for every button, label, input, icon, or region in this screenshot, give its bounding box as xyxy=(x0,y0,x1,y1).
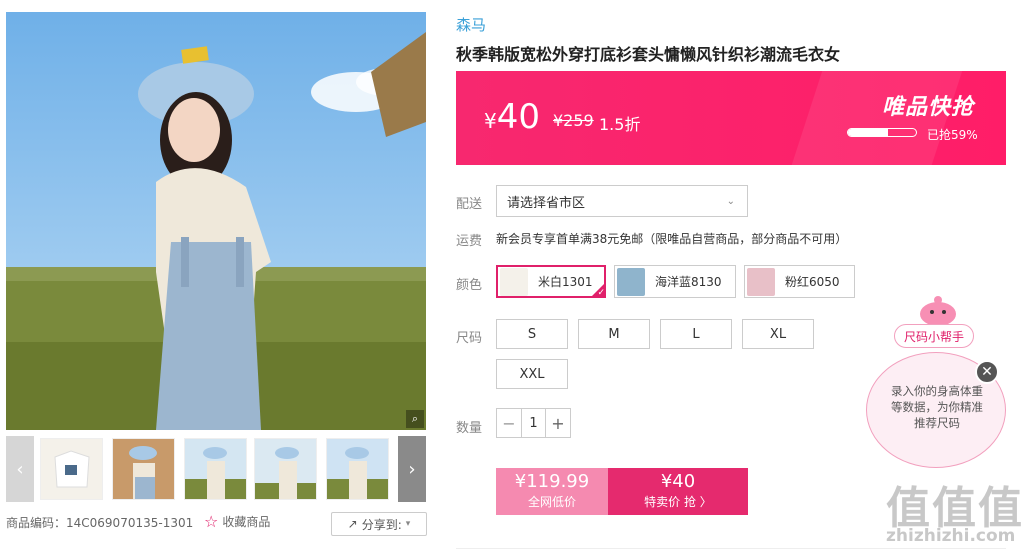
zoom-icon[interactable]: ⌕ xyxy=(406,410,424,428)
chevron-down-icon: ▾ xyxy=(405,519,411,529)
flash-sale-price-bar: ¥40 ¥259 1.5折 唯品快抢 已抢59% xyxy=(456,71,1006,165)
increase-button[interactable]: + xyxy=(546,409,570,437)
original-price: ¥259 xyxy=(553,111,594,130)
share-icon: ↗ xyxy=(347,517,358,531)
close-icon[interactable]: ✕ xyxy=(975,360,999,384)
sale-price-label: 特卖价 抢 〉 xyxy=(644,495,712,509)
flash-sale-label: 唯品快抢 xyxy=(881,95,974,120)
shipping-info: 新会员专享首单满38元免邮（限唯品自营商品，部分商品不可用） xyxy=(496,232,848,246)
color-option-pink[interactable]: 粉红6050 xyxy=(744,265,855,298)
star-icon: ☆ xyxy=(204,512,219,531)
quantity-input[interactable]: 1 xyxy=(521,409,546,437)
selected-check-icon: ✓ xyxy=(590,282,606,298)
thumbnail-1[interactable] xyxy=(40,438,103,500)
size-helper-button[interactable]: 尺码小帮手 xyxy=(894,324,974,348)
current-price: ¥40 xyxy=(484,97,540,137)
chevron-down-icon: ⌄ xyxy=(726,195,735,207)
color-option-label: 海洋蓝8130 xyxy=(655,275,722,289)
thumbnail-4[interactable] xyxy=(254,438,317,500)
size-option-m[interactable]: M xyxy=(578,319,650,349)
size-option-l[interactable]: L xyxy=(660,319,732,349)
model-photo xyxy=(6,12,426,430)
thumbnail-3[interactable] xyxy=(184,438,247,500)
buy-now-button[interactable]: ¥40 特卖价 抢 〉 xyxy=(608,468,748,515)
product-code: 商品编码：14C069070135-1301 xyxy=(6,516,194,530)
discount-rate: 1.5折 xyxy=(599,115,641,134)
chevron-left-icon[interactable]: ‹ xyxy=(6,436,34,502)
color-swatch xyxy=(617,267,645,296)
divider xyxy=(456,548,1006,549)
currency-symbol: ¥ xyxy=(484,109,497,133)
size-helper-text: 录入你的身高体重等数据，为你精准推荐尺码 xyxy=(891,384,983,430)
sale-price-value: ¥40 xyxy=(660,471,696,492)
lowest-price-label: 全网低价 xyxy=(527,495,576,509)
delivery-region-select[interactable]: 请选择省市区 ⌄ xyxy=(496,185,748,217)
color-option-label: 米白1301 xyxy=(538,275,593,289)
mascot-icon xyxy=(920,296,956,326)
favorite-label: 收藏商品 xyxy=(222,515,271,529)
size-label: 尺码 xyxy=(456,331,483,346)
share-label: 分享到: xyxy=(361,517,402,532)
chevron-right-icon[interactable]: › xyxy=(398,436,426,502)
thumbnail-strip: ‹ › xyxy=(6,436,426,502)
color-option-label: 粉红6050 xyxy=(785,275,840,289)
price-value: 40 xyxy=(496,97,540,137)
watermark-url: zhizhizhi.com xyxy=(886,526,1016,546)
color-label: 颜色 xyxy=(456,278,483,293)
sold-percent-text: 已抢59% xyxy=(927,128,978,142)
delivery-region-value: 请选择省市区 xyxy=(507,195,586,211)
color-swatch xyxy=(747,267,775,296)
color-option-ocean-blue[interactable]: 海洋蓝8130 xyxy=(614,265,736,298)
lowest-price-value: ¥119.99 xyxy=(514,471,590,492)
favorite-button[interactable]: ☆ 收藏商品 xyxy=(204,512,270,531)
brand-link[interactable]: 森马 xyxy=(456,14,486,35)
quantity-stepper: − 1 + xyxy=(496,408,571,438)
thumbnail-5[interactable] xyxy=(326,438,389,500)
size-option-s[interactable]: S xyxy=(496,319,568,349)
size-option-xxl[interactable]: XXL xyxy=(496,359,568,389)
product-title: 秋季韩版宽松外穿打底衫套头慵懒风针织衫潮流毛衣女 xyxy=(456,45,841,64)
shipping-label: 运费 xyxy=(456,234,483,249)
main-product-image[interactable]: ⌕ xyxy=(6,12,426,430)
quantity-label: 数量 xyxy=(456,421,483,436)
sold-progress-bar xyxy=(847,128,917,137)
share-button[interactable]: ↗ 分享到: ▾ xyxy=(331,512,427,536)
thumbnail-2[interactable] xyxy=(112,438,175,500)
delivery-label: 配送 xyxy=(456,197,483,212)
lowest-price-button[interactable]: ¥119.99 全网低价 xyxy=(496,468,608,515)
color-swatch xyxy=(500,267,528,296)
color-option-ivory[interactable]: 米白1301 ✓ xyxy=(496,265,606,298)
sold-progress-fill xyxy=(848,129,889,136)
size-option-xl[interactable]: XL xyxy=(742,319,814,349)
decrease-button[interactable]: − xyxy=(497,409,521,437)
